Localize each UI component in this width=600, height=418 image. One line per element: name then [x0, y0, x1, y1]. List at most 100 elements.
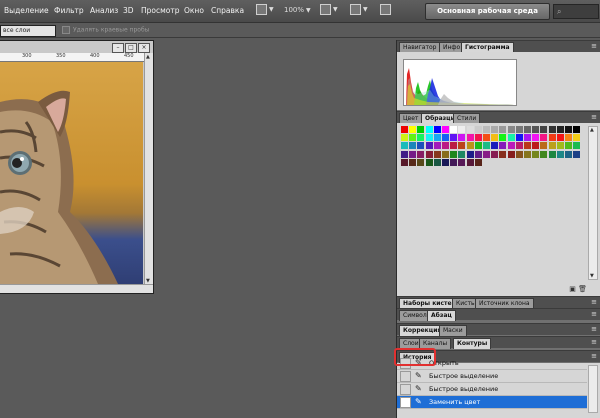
swatch[interactable]	[474, 134, 482, 142]
swatch[interactable]	[409, 126, 417, 133]
swatch[interactable]	[515, 126, 523, 133]
swatch[interactable]	[466, 158, 474, 166]
swatch[interactable]	[450, 126, 458, 133]
panel-menu-icon[interactable]: ≡	[591, 113, 597, 121]
swatch[interactable]	[409, 134, 417, 142]
swatch[interactable]	[548, 150, 556, 158]
swatch[interactable]	[409, 150, 417, 158]
swatch[interactable]	[548, 126, 556, 133]
swatch[interactable]	[425, 134, 433, 142]
history-source-toggle[interactable]	[400, 397, 411, 408]
swatch[interactable]	[499, 142, 507, 150]
swatch[interactable]	[442, 134, 449, 142]
swatch[interactable]	[425, 150, 433, 158]
swatch[interactable]	[474, 126, 482, 133]
swatch[interactable]	[556, 134, 564, 142]
new-swatch-icon[interactable]: ▣	[569, 285, 576, 293]
history-step-selected[interactable]: ✎ Заменить цвет	[397, 396, 587, 409]
panel-menu-icon[interactable]: ≡	[591, 298, 597, 306]
swatch[interactable]	[417, 150, 425, 158]
screen-mode-button[interactable]: ▼	[256, 4, 274, 18]
swatch[interactable]	[532, 150, 540, 158]
menu-item-window[interactable]: Окно	[184, 6, 204, 15]
swatch[interactable]	[515, 150, 523, 158]
swatches-scrollbar[interactable]: ▲ ▼	[588, 126, 598, 280]
swatch[interactable]	[466, 142, 474, 150]
swatch[interactable]	[524, 126, 531, 133]
scroll-down-icon[interactable]: ▼	[590, 273, 594, 279]
swatch[interactable]	[524, 142, 531, 150]
history-step[interactable]: ✎ Быстрое выделение	[397, 370, 587, 383]
swatch[interactable]	[474, 142, 482, 150]
swatch[interactable]	[483, 134, 490, 142]
swatch[interactable]	[442, 126, 449, 133]
swatch[interactable]	[474, 150, 482, 158]
scroll-up-icon[interactable]: ▲	[590, 127, 594, 133]
swatch[interactable]	[515, 142, 523, 150]
swatch[interactable]	[458, 158, 466, 166]
swatch[interactable]	[450, 150, 458, 158]
swatch[interactable]	[573, 150, 581, 158]
swatch[interactable]	[540, 126, 548, 133]
tab-masks[interactable]: Маски	[439, 325, 467, 336]
swatch[interactable]	[417, 134, 425, 142]
swatch[interactable]	[540, 150, 548, 158]
swatch[interactable]	[532, 134, 540, 142]
swatch[interactable]	[507, 134, 515, 142]
swatch[interactable]	[425, 142, 433, 150]
swatch[interactable]	[458, 126, 466, 133]
menu-item-view[interactable]: Просмотр	[141, 6, 180, 15]
swatch[interactable]	[548, 134, 556, 142]
swatch[interactable]	[458, 142, 466, 150]
kitten-photo[interactable]	[0, 62, 143, 284]
swatch[interactable]	[466, 126, 474, 133]
panel-menu-icon[interactable]: ≡	[591, 338, 597, 346]
swatch[interactable]	[458, 134, 466, 142]
swatch[interactable]	[450, 142, 458, 150]
swatch[interactable]	[540, 134, 548, 142]
swatch[interactable]	[507, 142, 515, 150]
workspace-switcher[interactable]: Основная рабочая среда	[425, 3, 550, 20]
menu-item-selection[interactable]: Выделение	[4, 6, 49, 15]
swatch[interactable]	[507, 150, 515, 158]
swatch[interactable]	[401, 150, 408, 158]
tab-paragraph[interactable]: Абзац	[427, 310, 456, 321]
swatch[interactable]	[401, 142, 408, 150]
swatch[interactable]	[524, 134, 531, 142]
tab-paths[interactable]: Контуры	[453, 338, 492, 349]
swatch[interactable]	[491, 150, 499, 158]
minimize-button[interactable]: –	[112, 43, 124, 53]
swatch[interactable]	[409, 142, 417, 150]
close-button[interactable]: ×	[138, 43, 150, 53]
swatch[interactable]	[565, 142, 572, 150]
swatch[interactable]	[491, 126, 499, 133]
panel-menu-icon[interactable]: ≡	[591, 352, 597, 360]
swatch[interactable]	[483, 142, 490, 150]
panel-menu-icon[interactable]: ≡	[591, 310, 597, 318]
scroll-up-icon[interactable]: ▲	[146, 54, 150, 60]
swatch[interactable]	[507, 126, 515, 133]
search-input[interactable]: ⌕	[553, 4, 599, 19]
swatch[interactable]	[433, 142, 441, 150]
swatch[interactable]	[532, 142, 540, 150]
menu-item-3d[interactable]: 3D	[123, 6, 134, 15]
swatch[interactable]	[483, 126, 490, 133]
swatch[interactable]	[483, 150, 490, 158]
swatch[interactable]	[466, 134, 474, 142]
swatch[interactable]	[548, 142, 556, 150]
swatch[interactable]	[442, 158, 449, 166]
swatch[interactable]	[573, 126, 581, 133]
swatch[interactable]	[573, 142, 581, 150]
swatch[interactable]	[474, 158, 482, 166]
swatch[interactable]	[466, 150, 474, 158]
arrange-button[interactable]: ▼	[320, 4, 338, 18]
swatch[interactable]	[450, 134, 458, 142]
swatch[interactable]	[556, 142, 564, 150]
swatch[interactable]	[417, 142, 425, 150]
swatch[interactable]	[458, 150, 466, 158]
history-source-toggle[interactable]	[400, 384, 411, 395]
swatch[interactable]	[532, 126, 540, 133]
swatch[interactable]	[401, 134, 408, 142]
swatch[interactable]	[573, 134, 581, 142]
swatch[interactable]	[425, 126, 433, 133]
